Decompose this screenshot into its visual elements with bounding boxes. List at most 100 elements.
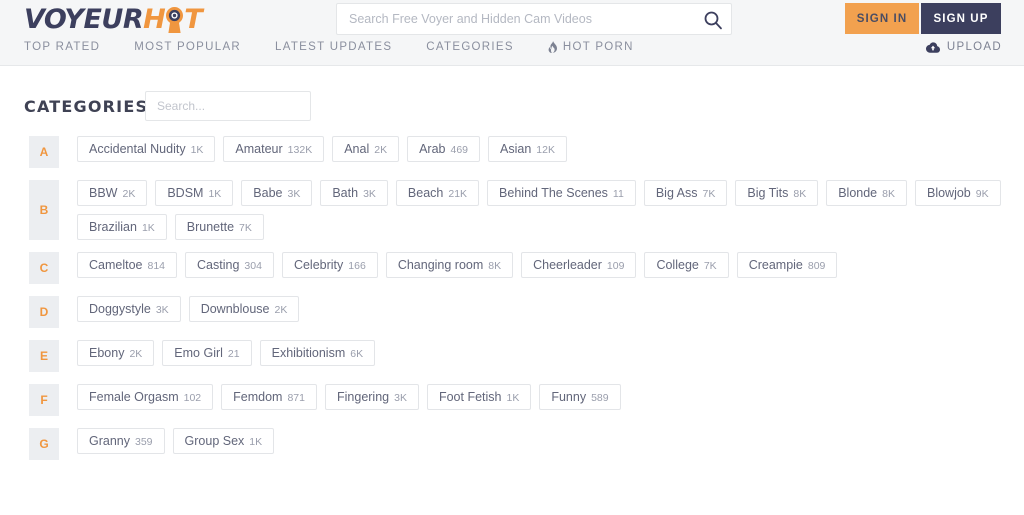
tag-count: 109 (606, 260, 625, 272)
site-logo[interactable]: VOYEUR H T (24, 3, 203, 35)
category-tag[interactable]: Fingering 3K (325, 384, 419, 410)
tag-label: Group Sex (184, 434, 245, 448)
tag-label: Celebrity (293, 258, 344, 272)
nav-label: MOST POPULAR (134, 41, 242, 53)
tag-count: 1K (249, 436, 263, 448)
search-icon[interactable] (703, 10, 723, 30)
tag-count: 3K (155, 304, 169, 316)
tag-label: Blowjob (926, 186, 971, 200)
category-tag[interactable]: Creampie 809 (736, 252, 838, 278)
category-tag[interactable]: Blonde 8K (826, 180, 907, 206)
category-tag[interactable]: Exhibitionism 6K (259, 340, 376, 366)
tag-label: Arab (419, 142, 446, 156)
tag-count: 1K (208, 188, 222, 200)
group-tags-wrap: Granny 359 Group Sex 1K (77, 428, 275, 454)
keyhole-camera-icon (165, 6, 184, 33)
page-title-row: CATEGORIES (0, 66, 1024, 122)
category-tag[interactable]: Celebrity 166 (281, 252, 378, 278)
category-tag[interactable]: Accidental Nudity 1K (77, 136, 216, 162)
tag-count: 814 (147, 260, 166, 272)
category-tag[interactable]: Group Sex 1K (172, 428, 275, 454)
tag-count: 2K (374, 144, 388, 156)
nav-item-top-rated[interactable]: TOP RATED (24, 41, 100, 53)
category-tag[interactable]: Big Tits 8K (735, 180, 819, 206)
letter-badge: F (29, 384, 59, 416)
category-tag[interactable]: Babe 3K (241, 180, 313, 206)
tag-label: BDSM (167, 186, 204, 200)
nav-label: HOT PORN (562, 41, 634, 53)
tag-label: Changing room (397, 258, 484, 272)
tag-label: Anal (344, 142, 370, 156)
tag-label: Exhibitionism (271, 346, 346, 360)
tag-list: Cameltoe 814 Casting 304 Celebrity 166 C… (77, 252, 838, 278)
tag-label: Brazilian (89, 220, 137, 234)
category-tag[interactable]: Changing room 8K (385, 252, 514, 278)
tag-list: Granny 359 Group Sex 1K (77, 428, 275, 454)
tag-label: Amateur (235, 142, 283, 156)
tag-label: BBW (89, 186, 118, 200)
search-input[interactable] (349, 4, 689, 34)
category-tag[interactable]: Doggystyle 3K (77, 296, 181, 322)
category-tag[interactable]: Downblouse 2K (188, 296, 300, 322)
category-tag[interactable]: Brunette 7K (174, 214, 264, 240)
nav-item-most-popular[interactable]: MOST POPULAR (134, 41, 241, 53)
tag-label: Bath (332, 186, 359, 200)
page-title: CATEGORIES (24, 97, 149, 116)
category-tag[interactable]: BBW 2K (77, 180, 148, 206)
category-groups: A Accidental Nudity 1K Amateur 132K Anal… (0, 136, 1024, 472)
category-tag[interactable]: Ebony 2K (77, 340, 155, 366)
category-tag[interactable]: Cheerleader 109 (521, 252, 637, 278)
sign-in-button[interactable]: SIGN IN (845, 3, 919, 34)
tag-count: 3K (394, 392, 407, 404)
tag-label: Emo Girl (174, 346, 223, 360)
tag-count: 2K (129, 348, 143, 360)
letter-badge: B (29, 180, 59, 240)
tag-count: 809 (807, 260, 826, 272)
category-tag[interactable]: Beach 21K (395, 180, 480, 206)
category-tag[interactable]: Blowjob 9K (914, 180, 1001, 206)
category-tag[interactable]: BDSM 1K (155, 180, 234, 206)
letter-badge: C (29, 252, 59, 284)
tag-list: BBW 2K BDSM 1K Babe 3K Bath 3K Beach 21K… (77, 180, 1007, 240)
tag-list: Accidental Nudity 1K Amateur 132K Anal 2… (77, 136, 567, 162)
tag-label: Casting (197, 258, 240, 272)
category-tag[interactable]: Arab 469 (407, 136, 481, 162)
category-tag[interactable]: Anal 2K (332, 136, 400, 162)
main-nav: TOP RATED MOST POPULAR LATEST UPDATES CA… (24, 41, 634, 53)
upload-label: UPLOAD (946, 41, 1002, 53)
tag-label: College (656, 258, 699, 272)
nav-item-latest-updates[interactable]: LATEST UPDATES (275, 41, 392, 53)
tag-label: Creampie (748, 258, 803, 272)
tag-count: 2K (122, 188, 136, 200)
tag-label: Cameltoe (89, 258, 143, 272)
tag-label: Big Tits (747, 186, 789, 200)
tag-count: 7K (703, 260, 717, 272)
category-tag[interactable]: Amateur 132K (223, 136, 325, 162)
tag-label: Funny (551, 390, 587, 404)
category-tag[interactable]: Granny 359 (77, 428, 165, 454)
category-tag[interactable]: Asian 12K (488, 136, 567, 162)
category-tag[interactable]: Brazilian 1K (77, 214, 167, 240)
sign-up-button[interactable]: SIGN UP (921, 3, 1001, 34)
category-tag[interactable]: Foot Fetish 1K (426, 384, 532, 410)
tag-count: 8K (488, 260, 502, 272)
group-tags-wrap: Doggystyle 3K Downblouse 2K (77, 296, 300, 322)
category-tag[interactable]: Female Orgasm 102 (77, 384, 214, 410)
category-filter-input[interactable] (146, 92, 310, 120)
category-tag[interactable]: Cameltoe 814 (77, 252, 178, 278)
category-tag[interactable]: Big Ass 7K (643, 180, 728, 206)
category-tag[interactable]: Behind The Scenes 11 (487, 180, 636, 206)
category-tag[interactable]: Casting 304 (185, 252, 274, 278)
category-tag[interactable]: Femdom 871 (221, 384, 317, 410)
logo-text-voyeur: VOYEUR (24, 3, 144, 35)
group-tags-wrap: Female Orgasm 102 Femdom 871 Fingering 3… (77, 384, 621, 410)
tag-count: 8K (882, 188, 895, 200)
category-tag[interactable]: College 7K (644, 252, 729, 278)
tag-label: Femdom (233, 390, 283, 404)
nav-item-categories[interactable]: CATEGORIES (426, 41, 514, 53)
nav-item-hot-porn[interactable]: HOT PORN (548, 41, 634, 53)
category-tag[interactable]: Funny 589 (539, 384, 621, 410)
category-tag[interactable]: Emo Girl 21 (162, 340, 252, 366)
category-tag[interactable]: Bath 3K (320, 180, 388, 206)
upload-button[interactable]: UPLOAD (925, 41, 1002, 53)
